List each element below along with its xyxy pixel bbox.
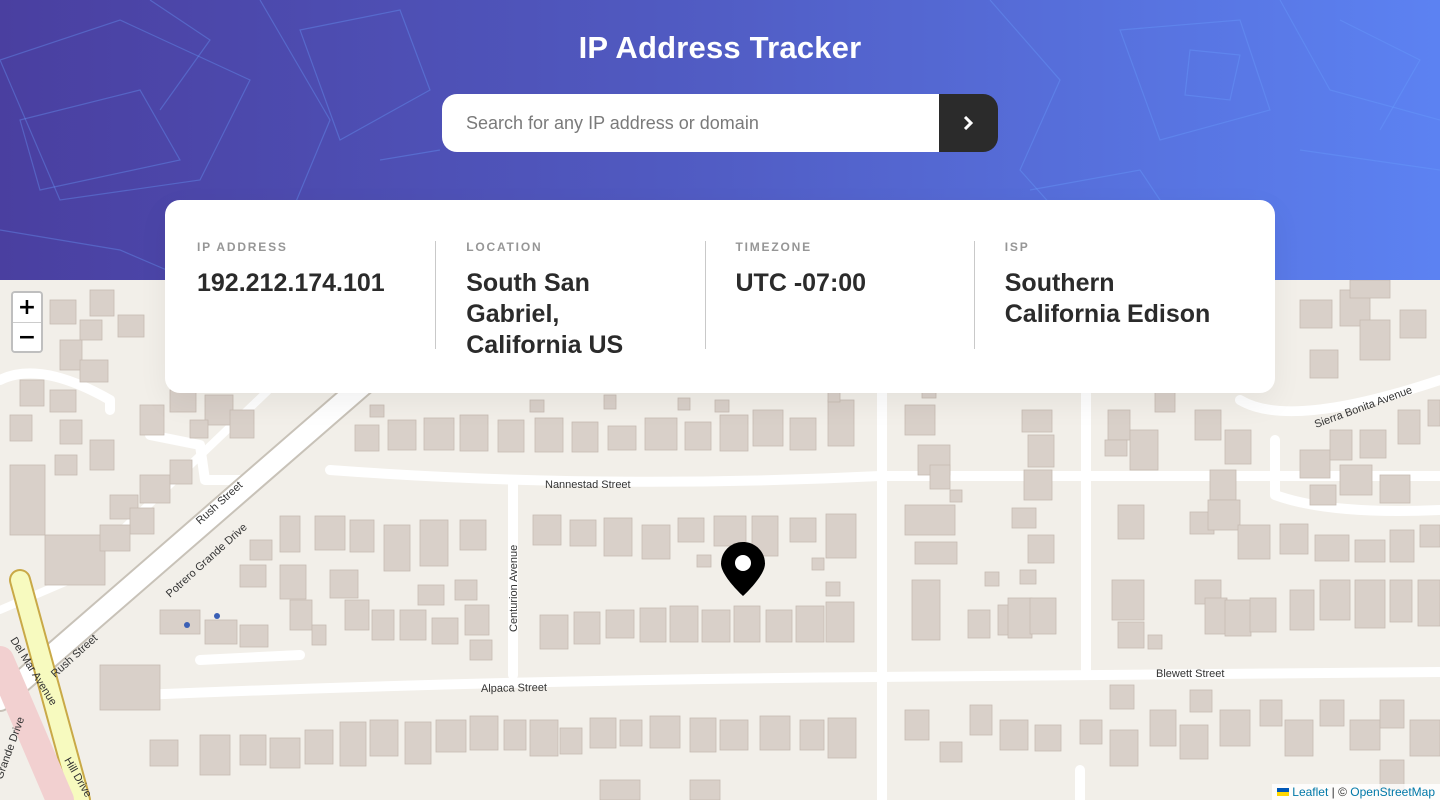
info-value: UTC -07:00 xyxy=(735,269,867,297)
info-timezone: Timezone UTC -07:00 xyxy=(704,240,974,393)
info-value: 192.212.174.101 xyxy=(197,269,385,297)
location-pin-icon[interactable] xyxy=(719,541,767,597)
info-value: South San Gabriel, California US xyxy=(466,269,624,359)
street-label: Nannestad Street xyxy=(545,479,631,491)
attribution-separator: | © xyxy=(1331,785,1347,799)
map-attribution: Leaflet | © OpenStreetMap xyxy=(1272,784,1440,800)
street-label: Alpaca Street xyxy=(481,682,547,695)
leaflet-link[interactable]: Leaflet xyxy=(1292,785,1328,799)
info-label: Location xyxy=(466,240,543,254)
page-title: IP Address Tracker xyxy=(578,30,862,65)
info-label: IP Address xyxy=(197,240,288,254)
street-label: Blewett Street xyxy=(1156,668,1224,680)
chevron-right-icon xyxy=(963,116,974,130)
search-button[interactable] xyxy=(939,94,998,152)
info-label: Timezone xyxy=(735,240,812,254)
openstreetmap-link[interactable]: OpenStreetMap xyxy=(1350,785,1435,799)
ip-info-card: IP Address 192.212.174.101 Location Sout… xyxy=(165,200,1275,393)
info-location: Location South San Gabriel, California U… xyxy=(435,240,704,393)
zoom-out-button[interactable]: − xyxy=(13,322,41,351)
info-label: ISP xyxy=(1004,240,1030,254)
search-input[interactable] xyxy=(442,94,939,152)
street-label: Centurion Avenue xyxy=(508,545,520,632)
ukraine-flag-icon xyxy=(1277,788,1290,796)
zoom-control: + − xyxy=(11,291,43,353)
info-value: Southern California Edison xyxy=(1004,269,1211,328)
info-ip-address: IP Address 192.212.174.101 xyxy=(197,240,435,393)
info-isp: ISP Southern California Edison xyxy=(973,240,1243,393)
search-bar xyxy=(442,94,998,152)
zoom-in-button[interactable]: + xyxy=(13,293,41,322)
